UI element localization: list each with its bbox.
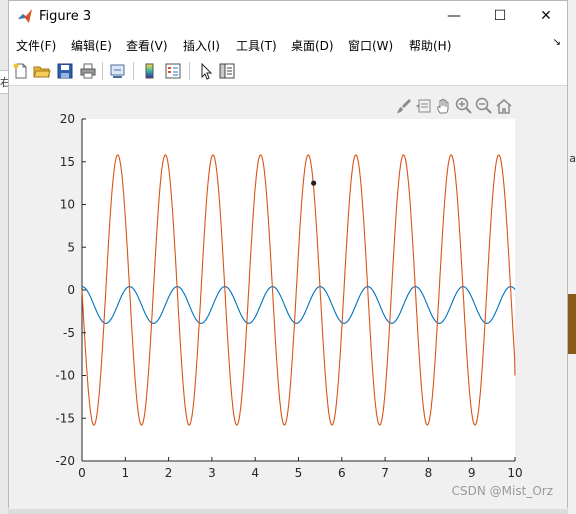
y-tick-label: 20 — [60, 112, 75, 126]
x-tick-label: 4 — [251, 466, 259, 480]
x-tick-label: 6 — [338, 466, 346, 480]
x-tick-label: 1 — [121, 466, 129, 480]
x-tick-label: 0 — [78, 466, 86, 480]
y-tick-label: -15 — [55, 411, 75, 425]
x-tick-label: 7 — [381, 466, 389, 480]
data-point-marker — [311, 180, 317, 186]
figure-window: Figure 3 — ☐ ✕ 文件(F) 编辑(E) 查看(V) 插入(I) 工… — [8, 0, 568, 509]
y-tick-label: 15 — [60, 155, 75, 169]
axes-background — [82, 119, 515, 461]
y-tick-label: 0 — [67, 283, 75, 297]
y-tick-label: -10 — [55, 369, 75, 383]
background-right-text: a — [569, 152, 576, 165]
y-tick-label: 10 — [60, 198, 75, 212]
x-tick-label: 9 — [468, 466, 476, 480]
background-right-image — [568, 294, 576, 354]
x-tick-label: 2 — [165, 466, 173, 480]
y-tick-label: -5 — [63, 326, 75, 340]
plot-axes[interactable]: 0 1 2 3 4 5 6 7 8 9 10 20 15 10 5 0 -5 -10 -15 -20 — [9, 1, 567, 507]
y-tick-label: 5 — [67, 240, 75, 254]
y-tick-label: -20 — [55, 454, 75, 468]
x-tick-label: 8 — [425, 466, 433, 480]
background-right-window — [568, 0, 576, 514]
x-tick-label: 3 — [208, 466, 216, 480]
watermark-text: CSDN @Mist_Orz — [451, 484, 553, 498]
x-tick-label: 5 — [295, 466, 303, 480]
x-tick-label: 10 — [507, 466, 522, 480]
